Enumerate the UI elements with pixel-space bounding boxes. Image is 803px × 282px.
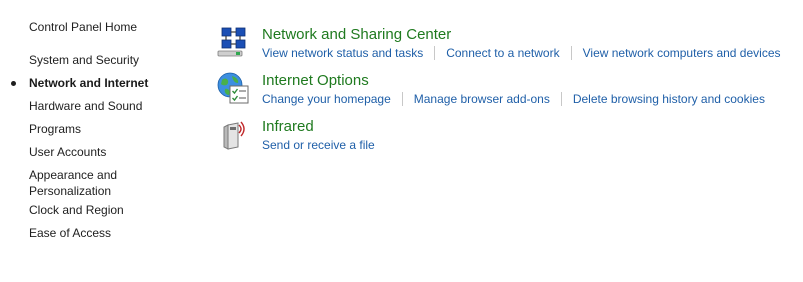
infrared-icon[interactable]	[216, 117, 250, 151]
network-and-sharing-center-title[interactable]: Network and Sharing Center	[262, 25, 451, 45]
change-homepage-link[interactable]: Change your homepage	[262, 91, 391, 107]
sidebar-item-ease-of-access[interactable]: Ease of Access	[29, 225, 111, 241]
control-panel-home-link[interactable]: Control Panel Home	[29, 19, 137, 35]
internet-options-icon[interactable]	[216, 71, 250, 105]
sidebar-item-network-and-internet[interactable]: Network and Internet	[29, 75, 148, 91]
connect-to-network-link[interactable]: Connect to a network	[446, 45, 559, 61]
internet-options-links: Change your homepage Manage browser add-…	[262, 91, 765, 107]
network-and-sharing-center-links: View network status and tasks Connect to…	[262, 45, 781, 61]
internet-options-title[interactable]: Internet Options	[262, 71, 369, 91]
sidebar-item-system-and-security[interactable]: System and Security	[29, 52, 139, 68]
link-separator	[434, 46, 436, 60]
sidebar-item-user-accounts[interactable]: User Accounts	[29, 144, 106, 160]
sidebar: Control Panel Home System and Security N…	[0, 0, 200, 282]
send-or-receive-file-link[interactable]: Send or receive a file	[262, 137, 375, 153]
view-network-computers-link[interactable]: View network computers and devices	[583, 45, 781, 61]
sidebar-item-clock-and-region[interactable]: Clock and Region	[29, 202, 124, 218]
sidebar-item-programs[interactable]: Programs	[29, 121, 81, 137]
active-bullet-icon	[11, 81, 16, 86]
sidebar-item-hardware-and-sound[interactable]: Hardware and Sound	[29, 98, 142, 114]
view-network-status-link[interactable]: View network status and tasks	[262, 45, 423, 61]
link-separator	[570, 46, 572, 60]
link-separator	[401, 92, 403, 106]
manage-browser-addons-link[interactable]: Manage browser add-ons	[414, 91, 550, 107]
sidebar-item-appearance-and-personalization[interactable]: Appearance and Personalization	[29, 167, 117, 199]
delete-browsing-history-link[interactable]: Delete browsing history and cookies	[573, 91, 765, 107]
infrared-links: Send or receive a file	[262, 137, 375, 153]
infrared-title[interactable]: Infrared	[262, 117, 314, 137]
network-sharing-icon[interactable]	[216, 25, 250, 59]
control-panel-window: Control Panel Home System and Security N…	[0, 0, 803, 282]
link-separator	[560, 92, 562, 106]
